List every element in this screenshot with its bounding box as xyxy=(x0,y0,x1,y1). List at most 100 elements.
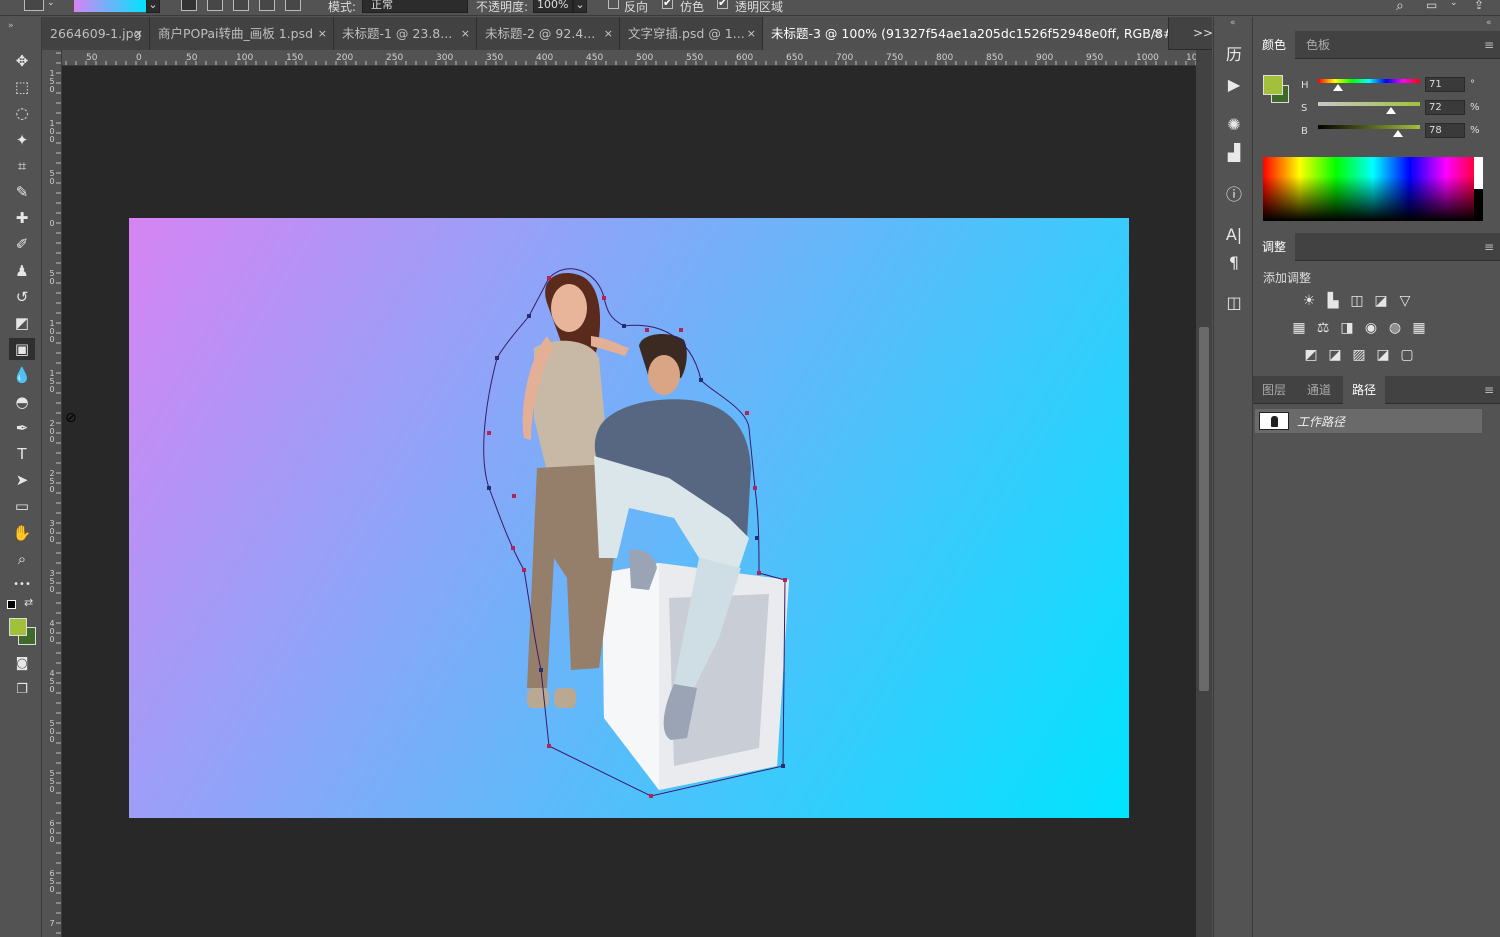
adjustment-icon[interactable]: ◩ xyxy=(1302,347,1320,363)
workspace-icon[interactable]: ▭ xyxy=(1426,0,1437,12)
angle-gradient-button[interactable] xyxy=(233,0,249,11)
chevron-down-icon[interactable]: ⌄ xyxy=(1450,0,1458,8)
rectangle-tool[interactable]: ▭ xyxy=(9,495,35,517)
quick-mask-icon[interactable]: ◙ xyxy=(9,653,35,675)
adjustment-icon[interactable]: ◪ xyxy=(1372,293,1390,309)
share-icon[interactable]: ⇪ xyxy=(1474,0,1484,12)
actions-play-icon[interactable]: ▶ xyxy=(1221,73,1247,97)
brightness-slider-knob[interactable] xyxy=(1392,130,1403,137)
path-anchor[interactable] xyxy=(522,568,526,572)
color-spectrum-ramp[interactable] xyxy=(1263,157,1483,221)
color-panel-foreground-swatch[interactable] xyxy=(1263,75,1283,95)
adjustment-icon[interactable]: ▙ xyxy=(1324,293,1342,309)
lasso-tool[interactable]: ◌ xyxy=(9,102,35,124)
close-icon[interactable]: × xyxy=(604,17,613,50)
adjustment-icon[interactable]: ◪ xyxy=(1374,347,1392,363)
navigator-icon[interactable]: ✺ xyxy=(1221,113,1247,137)
path-anchor[interactable] xyxy=(511,546,515,550)
pen-tool[interactable]: ✒ xyxy=(9,417,35,439)
collapse-toolbar-icon[interactable]: » xyxy=(8,21,14,31)
history-brush-tool[interactable]: ↺ xyxy=(9,286,35,308)
brightness-slider[interactable] xyxy=(1318,125,1420,129)
tab-adjustments[interactable]: 调整 xyxy=(1253,233,1296,261)
default-colors-icon[interactable] xyxy=(7,600,16,609)
close-icon[interactable]: × xyxy=(1153,17,1162,50)
history-icon[interactable]: 历 xyxy=(1221,43,1247,67)
tool-preset-picker[interactable] xyxy=(24,0,44,11)
panel-menu-icon[interactable]: ≡ xyxy=(1484,38,1494,52)
opacity-dropdown[interactable]: ⌄ xyxy=(573,0,587,13)
tab-document[interactable]: 未标题-2 @ 92.4... × xyxy=(477,17,620,50)
adjustment-icon[interactable]: ◫ xyxy=(1348,293,1366,309)
path-anchor[interactable] xyxy=(753,486,757,490)
tab-layers[interactable]: 图层 xyxy=(1253,376,1295,404)
histogram-icon[interactable]: ▟ xyxy=(1221,141,1247,165)
path-anchor[interactable] xyxy=(699,378,703,382)
path-anchor[interactable] xyxy=(539,668,543,672)
transparency-checkbox[interactable] xyxy=(717,0,728,9)
document-canvas[interactable] xyxy=(129,218,1129,818)
path-anchor[interactable] xyxy=(757,571,761,575)
dither-checkbox[interactable] xyxy=(662,0,673,9)
adjustment-icon[interactable]: ▦ xyxy=(1290,320,1308,336)
hue-slider-knob[interactable] xyxy=(1333,84,1344,91)
adjustment-icon[interactable]: ☀ xyxy=(1300,293,1318,309)
zoom-tool[interactable]: ⌕ xyxy=(9,548,35,570)
character-icon[interactable]: A| xyxy=(1221,223,1247,247)
dodge-tool[interactable]: ◓ xyxy=(9,391,35,413)
marquee-tool[interactable]: ⬚ xyxy=(9,76,35,98)
tab-document[interactable]: 未标题-1 @ 23.8... × xyxy=(334,17,477,50)
path-anchor[interactable] xyxy=(645,328,649,332)
path-anchor[interactable] xyxy=(622,324,626,328)
path-anchor[interactable] xyxy=(547,276,551,280)
hue-input[interactable]: 71 xyxy=(1425,77,1465,92)
saturation-input[interactable]: 72 xyxy=(1425,100,1465,115)
screen-mode-icon[interactable]: ❐ xyxy=(9,679,35,701)
tab-document[interactable]: 2664609-1.jpg × xyxy=(42,17,150,50)
adjustment-icon[interactable]: ▦ xyxy=(1410,320,1428,336)
eraser-tool[interactable]: ◩ xyxy=(9,312,35,334)
vertical-scrollbar[interactable] xyxy=(1196,50,1212,937)
radial-gradient-button[interactable] xyxy=(207,0,223,11)
adjustment-icon[interactable]: ▢ xyxy=(1398,347,1416,363)
saturation-slider[interactable] xyxy=(1318,102,1420,106)
brightness-input[interactable]: 78 xyxy=(1425,123,1465,138)
reverse-checkbox[interactable] xyxy=(608,0,619,9)
path-anchor[interactable] xyxy=(649,794,653,798)
path-anchor[interactable] xyxy=(745,411,749,415)
tab-swatches[interactable]: 色板 xyxy=(1297,31,1339,59)
move-tool[interactable]: ✥ xyxy=(9,50,35,72)
tab-document-active[interactable]: 未标题-3 @ 100% (91327f54ae1a205dc1526f5294… xyxy=(763,17,1169,50)
canvas-area[interactable]: ⊘ xyxy=(62,66,1196,937)
brush-tool[interactable]: ✐ xyxy=(9,233,35,255)
mode-dropdown[interactable]: 正常 xyxy=(362,0,468,13)
reflected-gradient-button[interactable] xyxy=(259,0,275,11)
close-icon[interactable]: × xyxy=(747,17,756,50)
gradient-picker-dropdown[interactable]: ⌄ xyxy=(146,0,160,13)
linear-gradient-button[interactable] xyxy=(181,0,197,11)
path-anchor[interactable] xyxy=(755,536,759,540)
adjustment-icon[interactable]: ◪ xyxy=(1326,347,1344,363)
gradient-tool[interactable]: ▣ xyxy=(9,338,35,361)
more-tools[interactable]: ••• xyxy=(9,574,35,596)
paragraph-icon[interactable]: ¶ xyxy=(1221,251,1247,275)
adjustment-icon[interactable]: ◨ xyxy=(1338,320,1356,336)
adjustment-icon[interactable]: ◍ xyxy=(1386,320,1404,336)
path-row-work-path[interactable]: 工作路径 xyxy=(1255,409,1482,433)
hue-slider[interactable] xyxy=(1318,79,1420,83)
path-anchor[interactable] xyxy=(487,486,491,490)
path-anchor[interactable] xyxy=(547,744,551,748)
swap-colors-icon[interactable]: ⇄ xyxy=(24,596,33,609)
eyedropper-tool[interactable]: ✎ xyxy=(9,181,35,203)
foreground-color-swatch[interactable] xyxy=(9,618,27,636)
saturation-slider-knob[interactable] xyxy=(1386,107,1397,114)
tab-document[interactable]: 文字穿插.psd @ 1... × xyxy=(620,17,763,50)
hand-tool[interactable]: ✋ xyxy=(9,522,35,544)
tab-paths[interactable]: 路径 xyxy=(1343,376,1386,404)
path-anchor[interactable] xyxy=(527,314,531,318)
opacity-input[interactable]: 100% xyxy=(533,0,573,13)
3d-icon[interactable]: ◫ xyxy=(1221,291,1247,315)
panel-menu-icon[interactable]: ≡ xyxy=(1484,383,1494,397)
collapse-panels-icon[interactable]: « xyxy=(1486,18,1492,28)
black-swatch[interactable] xyxy=(1474,189,1483,221)
